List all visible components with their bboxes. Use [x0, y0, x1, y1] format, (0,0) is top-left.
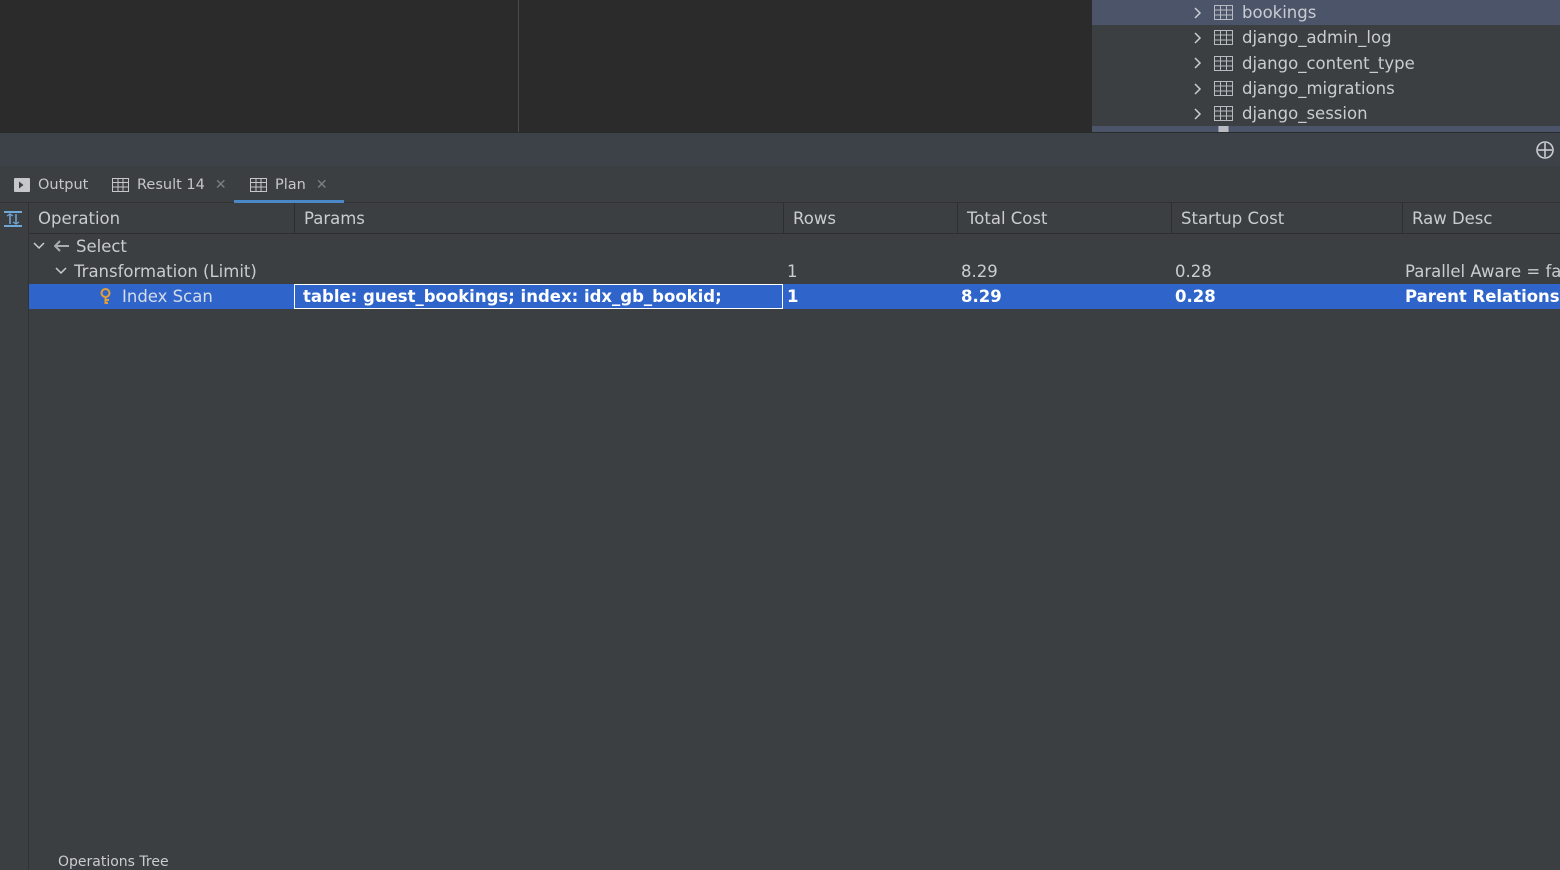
table-row[interactable]: Select — [29, 234, 1560, 259]
table-icon — [1214, 106, 1233, 122]
tab-label: Plan — [275, 176, 306, 193]
console-icon — [14, 177, 30, 192]
left-toolstrip — [0, 203, 29, 870]
tree-item-django-migrations[interactable]: django_migrations — [1092, 76, 1560, 101]
column-header-operation[interactable]: Operation — [29, 203, 295, 234]
column-header-params[interactable]: Params — [295, 203, 784, 234]
startup-cost-cell: 0.28 — [1175, 287, 1216, 306]
tree-item-django-content-type[interactable]: django_content_type — [1092, 51, 1560, 76]
table-icon — [1214, 5, 1233, 21]
operation-cell: Index Scan — [122, 287, 213, 306]
chevron-right-icon[interactable] — [1191, 32, 1203, 44]
operations-tree-label: Operations Tree — [58, 854, 169, 870]
tab-result-14[interactable]: Result 14 ✕ — [112, 166, 227, 203]
tab-output[interactable]: Output — [14, 166, 88, 203]
table-icon — [112, 177, 129, 192]
database-tree[interactable]: bookings django_admin_log django_content… — [1092, 0, 1560, 132]
table-row[interactable]: Transformation (Limit) 1 8.29 0.28 Paral… — [29, 259, 1560, 284]
table-icon — [250, 177, 267, 192]
expand-all-icon[interactable] — [4, 210, 22, 228]
crosshair-icon[interactable] — [1535, 140, 1555, 160]
rows-cell: 1 — [787, 262, 798, 281]
column-header-total-cost[interactable]: Total Cost — [958, 203, 1172, 234]
table-icon — [1214, 81, 1233, 97]
table-icon — [1214, 55, 1233, 71]
tab-plan[interactable]: Plan ✕ — [234, 166, 344, 203]
tree-item-label: django_content_type — [1242, 53, 1415, 73]
tree-item-django-admin-log[interactable]: django_admin_log — [1092, 25, 1560, 50]
column-header-raw-desc[interactable]: Raw Desc — [1403, 203, 1560, 234]
startup-cost-cell: 0.28 — [1175, 262, 1212, 281]
operation-cell: Select — [76, 237, 127, 256]
close-icon[interactable]: ✕ — [215, 177, 227, 193]
tab-label: Output — [38, 176, 89, 193]
results-tabbar: Output Result 14 ✕ Plan ✕ — [0, 166, 1560, 203]
editor-area[interactable] — [0, 0, 1092, 132]
total-cost-cell: 8.29 — [961, 287, 1002, 306]
arrow-left-icon — [54, 240, 69, 252]
table-row-selected[interactable]: Index Scan table: guest_bookings; index:… — [29, 284, 1560, 309]
column-header-rows[interactable]: Rows — [784, 203, 958, 234]
raw-desc-cell: Parallel Aware = fal — [1405, 262, 1560, 281]
close-icon[interactable]: ✕ — [316, 177, 328, 193]
tool-window-header — [0, 132, 1560, 166]
chevron-down-icon[interactable] — [33, 241, 45, 251]
rows-cell: 1 — [787, 287, 799, 306]
chevron-right-icon[interactable] — [1191, 83, 1203, 95]
editor-pane-left[interactable] — [0, 0, 519, 132]
params-cell-editor[interactable]: table: guest_bookings; index: idx_gb_boo… — [294, 284, 783, 309]
table-header: Operation Params Rows Total Cost Startup… — [29, 203, 1560, 234]
raw-desc-cell: Parent Relationship — [1405, 287, 1560, 306]
tab-label: Result 14 — [137, 176, 205, 193]
tree-item-label: django_admin_log — [1242, 28, 1392, 48]
tree-item-django-session[interactable]: django_session — [1092, 101, 1560, 126]
chevron-right-icon[interactable] — [1191, 108, 1203, 120]
plan-table[interactable]: Operation Params Rows Total Cost Startup… — [29, 203, 1560, 870]
tree-item-label: bookings — [1242, 3, 1317, 23]
tree-item-label: django_migrations — [1242, 79, 1395, 99]
total-cost-cell: 8.29 — [961, 262, 998, 281]
tree-item-bookings[interactable]: bookings — [1092, 0, 1560, 26]
tree-item-label: django_session — [1242, 104, 1368, 124]
operation-cell: Transformation (Limit) — [74, 262, 257, 281]
chevron-down-icon[interactable] — [55, 266, 67, 276]
key-icon — [100, 288, 111, 304]
column-header-startup-cost[interactable]: Startup Cost — [1172, 203, 1403, 234]
chevron-right-icon[interactable] — [1191, 57, 1203, 69]
chevron-right-icon[interactable] — [1191, 7, 1203, 19]
table-icon — [1214, 30, 1233, 46]
